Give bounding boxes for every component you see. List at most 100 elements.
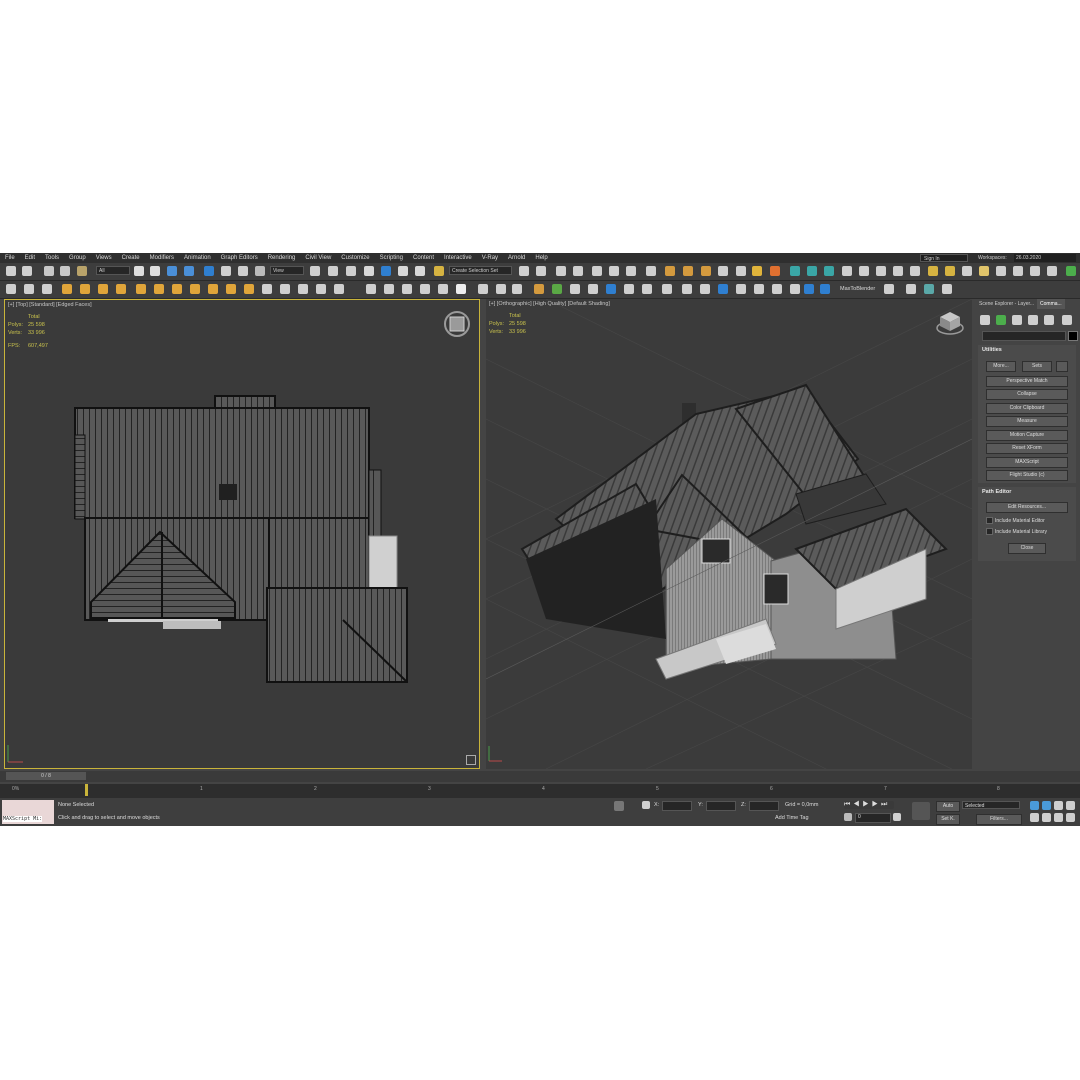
expand-toolbar-icon[interactable] (1066, 266, 1076, 276)
light-icon-1[interactable] (62, 284, 72, 294)
rotate-icon[interactable] (221, 266, 231, 276)
track-bar[interactable]: 0% 1 2 3 4 5 6 7 8 (0, 784, 1080, 798)
edit-resources-button[interactable]: Edit Resources... (986, 502, 1068, 513)
placement-icon[interactable] (255, 266, 265, 276)
curve-editor-icon[interactable] (609, 266, 619, 276)
percent-snap-icon[interactable] (398, 266, 408, 276)
tool-icon-1[interactable] (6, 284, 16, 294)
path-editor-rollout-title[interactable]: Path Editor (978, 487, 1076, 497)
vray-frame-buffer-icon[interactable] (736, 266, 746, 276)
maximize-viewport-icon[interactable] (466, 755, 476, 765)
z-coordinate-field[interactable] (749, 801, 779, 811)
arnold-light-icon[interactable] (945, 266, 955, 276)
rendered-frame-window-icon[interactable] (683, 266, 693, 276)
plugin-icon-8[interactable] (662, 284, 672, 294)
menu-scripting[interactable]: Scripting (375, 253, 408, 263)
help-icon[interactable] (512, 284, 522, 294)
perspective-match-button[interactable]: Perspective Match (986, 376, 1068, 387)
arnold-sky-icon[interactable] (962, 266, 972, 276)
object-name-field[interactable] (982, 331, 1066, 341)
menu-file[interactable]: File (0, 253, 20, 263)
field-of-view-icon[interactable] (1030, 813, 1039, 822)
redo-icon[interactable] (22, 266, 32, 276)
zoom-extents-icon[interactable] (1054, 801, 1063, 810)
script-icon-2[interactable] (496, 284, 506, 294)
menu-interactive[interactable]: Interactive (439, 253, 477, 263)
more-button[interactable]: More... (986, 361, 1016, 372)
tool-icon-2[interactable] (24, 284, 34, 294)
vray-dome-icon[interactable] (824, 266, 834, 276)
orthographic-viewport[interactable]: [+] [Orthographic] [High Quality] [Defau… (486, 299, 972, 769)
vantage-icon[interactable] (438, 284, 448, 294)
viewcube-perspective-icon[interactable] (936, 309, 964, 337)
align-icon[interactable] (536, 266, 546, 276)
object-icon-2[interactable] (280, 284, 290, 294)
hierarchy-icon[interactable] (1012, 315, 1022, 325)
time-slider-handle[interactable]: 0 / 8 (6, 772, 86, 780)
collapse-button[interactable]: Collapse (986, 389, 1068, 400)
arnold-bulb-icon[interactable] (979, 266, 989, 276)
texture-icon[interactable] (402, 284, 412, 294)
plugin-icon-13[interactable] (754, 284, 764, 294)
menu-edit[interactable]: Edit (20, 253, 40, 263)
vray-camera-icon[interactable] (910, 266, 920, 276)
sky-icon[interactable] (172, 284, 182, 294)
menu-animation[interactable]: Animation (179, 253, 216, 263)
render-in-cloud-icon[interactable] (718, 266, 728, 276)
scale-icon[interactable] (238, 266, 248, 276)
schematic-view-icon[interactable] (626, 266, 636, 276)
modify-icon[interactable] (996, 315, 1006, 325)
sphere-icon[interactable] (366, 284, 376, 294)
menu-group[interactable]: Group (64, 253, 91, 263)
plugin-icon-19[interactable] (906, 284, 916, 294)
plugin-icon-11[interactable] (718, 284, 728, 294)
script-icon-1[interactable] (478, 284, 488, 294)
plugin-icon-16[interactable] (804, 284, 814, 294)
display-icon[interactable] (1044, 315, 1054, 325)
light-icon-2[interactable] (80, 284, 90, 294)
object-color-swatch[interactable] (1068, 331, 1078, 341)
pivot-center-icon[interactable] (310, 266, 320, 276)
vray-light-icon[interactable] (790, 266, 800, 276)
edit-named-selection-icon[interactable] (434, 266, 444, 276)
tab-scene-explorer[interactable]: Scene Explorer - Layer... (976, 299, 1037, 309)
graphite-toolbar-icon[interactable] (592, 266, 602, 276)
utilities-wrench-icon[interactable] (1062, 315, 1072, 325)
maximize-toggle-icon[interactable] (1066, 813, 1075, 822)
configure-sets-icon[interactable] (1056, 361, 1068, 372)
plugin-icon-14[interactable] (772, 284, 782, 294)
time-configuration-icon[interactable] (893, 813, 901, 821)
plugin-icon-9[interactable] (682, 284, 692, 294)
v-logo-icon[interactable] (456, 284, 466, 294)
arnold-cloud-icon[interactable] (1030, 266, 1040, 276)
snaps-toggle-icon[interactable] (364, 266, 374, 276)
vray-plane-icon[interactable] (876, 266, 886, 276)
maxscript-button[interactable]: MAXScript (986, 457, 1068, 468)
set-key-button[interactable]: Set K. (936, 814, 960, 825)
reference-coordinate-dropdown[interactable]: View (270, 266, 304, 275)
light-icon-4[interactable] (116, 284, 126, 294)
zoom-extents-all-icon[interactable] (1066, 801, 1075, 810)
menu-create[interactable]: Create (117, 253, 145, 263)
shader-icon[interactable] (420, 284, 430, 294)
arnold-material-icon[interactable] (996, 266, 1006, 276)
plugin-icon-18[interactable] (884, 284, 894, 294)
window-crossing-icon[interactable] (184, 266, 194, 276)
orbit-icon[interactable] (1054, 813, 1063, 822)
toggle-scene-explorer-icon[interactable] (556, 266, 566, 276)
add-time-tag-button[interactable]: Add Time Tag (775, 815, 809, 821)
object-icon-5[interactable] (334, 284, 344, 294)
toggle-layer-explorer-icon[interactable] (573, 266, 583, 276)
color-clipboard-button[interactable]: Color Clipboard (986, 403, 1068, 414)
undo-icon[interactable] (6, 266, 16, 276)
absolute-mode-icon[interactable] (642, 801, 650, 809)
photometric-light-icon[interactable] (244, 284, 254, 294)
create-icon[interactable] (980, 315, 990, 325)
zoom-icon[interactable] (1030, 801, 1039, 810)
zoom-all-icon[interactable] (1042, 801, 1051, 810)
plugin-icon-3[interactable] (570, 284, 580, 294)
light-icon-5[interactable] (136, 284, 146, 294)
menu-arnold[interactable]: Arnold (503, 253, 530, 263)
menu-views[interactable]: Views (91, 253, 117, 263)
arnold-eye-icon[interactable] (1047, 266, 1057, 276)
